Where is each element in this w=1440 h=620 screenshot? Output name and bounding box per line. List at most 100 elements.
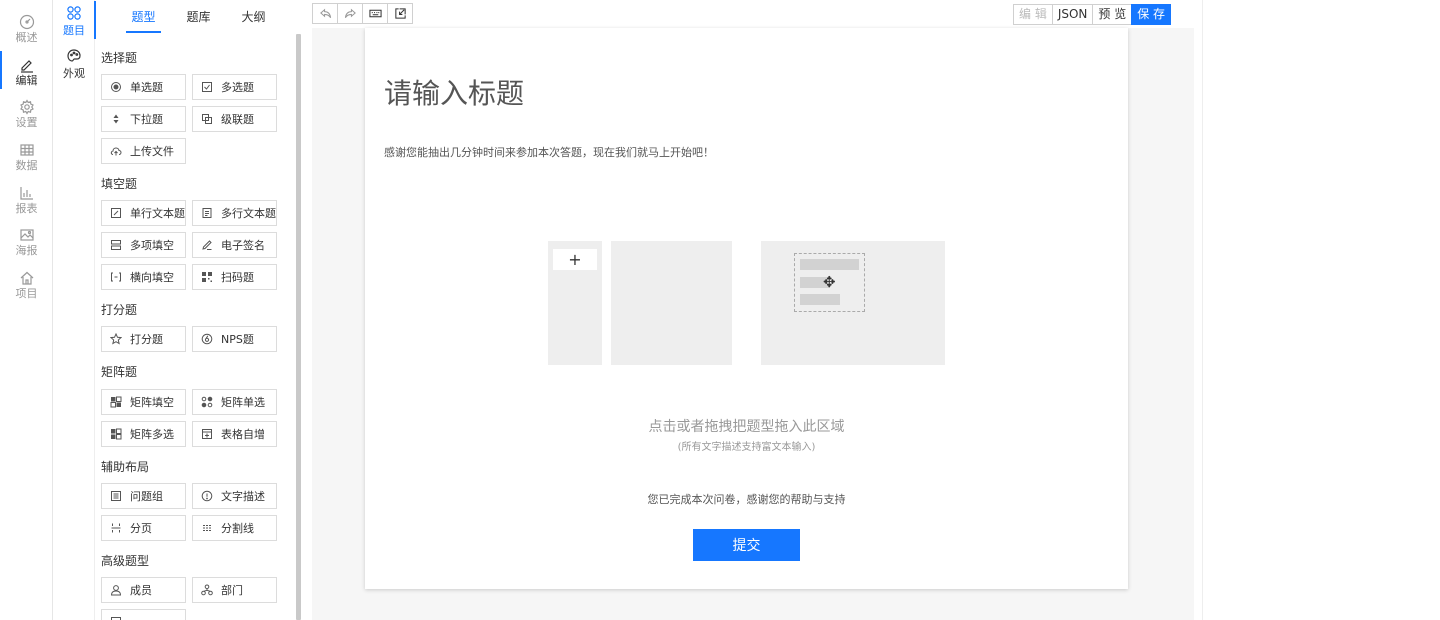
qtype-label: 表格自增: [221, 428, 265, 441]
nav-item-edit[interactable]: 编辑: [0, 49, 53, 91]
drop-zone-subhint: (所有文字描述支持富文本输入): [677, 442, 816, 453]
qtype-advanced-more[interactable]: [101, 609, 186, 620]
qtype-page-break[interactable]: 分页: [101, 515, 186, 541]
qtype-matrix-fill[interactable]: 矩阵填空: [101, 389, 186, 415]
nav-label: 设置: [15, 116, 38, 129]
user-icon: [110, 584, 122, 596]
qrcode-icon: [201, 271, 213, 283]
edit-box-icon: [110, 207, 122, 219]
keyboard-button[interactable]: [362, 3, 388, 24]
qtype-department[interactable]: 部门: [192, 577, 277, 603]
undo-button[interactable]: [312, 3, 338, 24]
group-title-layout: 辅助布局: [101, 460, 150, 474]
inline-bracket-icon: [110, 271, 122, 283]
tab-types[interactable]: 题型: [116, 0, 171, 33]
qtype-dropdown[interactable]: 下拉题: [101, 106, 186, 132]
illustration-bar: [800, 259, 859, 270]
qtype-label: 矩阵填空: [130, 396, 174, 409]
nav-label: 数据: [15, 159, 38, 172]
sub-item-appearance[interactable]: 外观: [53, 48, 95, 81]
table-icon: [19, 144, 34, 156]
qtype-upload[interactable]: 上传文件: [101, 138, 186, 164]
edit-icon: [20, 60, 33, 73]
save-button[interactable]: 保 存: [1131, 4, 1172, 25]
sub-nav: 题目 外观: [53, 0, 96, 620]
qtype-label: 矩阵单选: [221, 396, 265, 409]
nav-item-data[interactable]: 数据: [0, 134, 53, 176]
nav-item-project[interactable]: 项目: [0, 262, 53, 304]
list-icon: [110, 616, 122, 620]
qtype-label: 分页: [130, 522, 152, 535]
nav-label: 概述: [15, 31, 38, 44]
qtype-table-grow[interactable]: 表格自增: [192, 421, 277, 447]
finish-text[interactable]: 您已完成本次问卷，感谢您的帮助与支持: [365, 491, 1128, 507]
qtype-label: 上传文件: [130, 145, 174, 158]
qtype-text-desc[interactable]: 文字描述: [192, 483, 277, 509]
group-title-fill: 填空题: [101, 177, 138, 191]
qtype-label: 成员: [130, 584, 152, 597]
nav-item-overview[interactable]: 概述: [0, 6, 53, 48]
json-button[interactable]: JSON: [1051, 4, 1094, 25]
qtype-group[interactable]: 问题组: [101, 483, 186, 509]
edit-button[interactable]: 编 辑: [1013, 4, 1053, 25]
tab-library[interactable]: 题库: [171, 0, 226, 33]
canvas-right-border: [1202, 0, 1203, 620]
sub-item-questions[interactable]: 题目: [53, 1, 96, 39]
qtype-cascade[interactable]: 级联题: [192, 106, 277, 132]
plus-icon: +: [553, 249, 597, 270]
qtype-label: 问题组: [130, 490, 163, 503]
qtype-divider[interactable]: 分割线: [192, 515, 277, 541]
question-palette: 题型 题库 大纲 选择题 单选题 多选题 下拉题 级联题 上传文件 填空题 单行…: [96, 0, 301, 620]
nav-item-settings[interactable]: 设置: [0, 91, 53, 133]
group-title-advanced: 高级题型: [101, 554, 150, 568]
qtype-multi-line[interactable]: 多行文本题: [192, 200, 277, 226]
qtype-inline-fill[interactable]: 横向填空: [101, 264, 186, 290]
qtype-member[interactable]: 成员: [101, 577, 186, 603]
nav-item-poster[interactable]: 海报: [0, 219, 53, 261]
qtype-scan[interactable]: 扫码题: [192, 264, 277, 290]
submit-button[interactable]: 提交: [693, 529, 800, 561]
drop-zone-hint[interactable]: 点击或者拖拽把题型拖入此区域: [365, 416, 1128, 436]
star-icon: [110, 333, 122, 345]
main-nav: 概述 编辑 设置 数据 报表 海报 项目: [0, 0, 53, 620]
org-icon: [201, 584, 213, 596]
qtype-multi-choice[interactable]: 多选题: [192, 74, 277, 100]
info-icon: [201, 490, 213, 502]
checkbox-icon: [201, 81, 213, 93]
palette-scrollbar[interactable]: [296, 34, 301, 620]
preview-button[interactable]: 预 览: [1092, 4, 1133, 25]
nav-label: 项目: [15, 287, 38, 300]
qtype-signature[interactable]: 电子签名: [192, 232, 277, 258]
redo-icon: [344, 8, 356, 18]
qtype-label: 多行文本题: [221, 207, 276, 220]
survey-description[interactable]: 感谢您能抽出几分钟时间来参加本次答题，现在我们就马上开始吧！: [384, 144, 714, 160]
qtype-rating[interactable]: 打分题: [101, 326, 186, 352]
qtype-multi-fill[interactable]: 多项填空: [101, 232, 186, 258]
divider-icon: [201, 522, 213, 534]
nav-label: 编辑: [15, 74, 38, 87]
palette-tabs: 题型 题库 大纲: [96, 0, 301, 34]
import-button[interactable]: [387, 3, 413, 24]
cloud-upload-icon: [110, 145, 122, 157]
qtype-label: 打分题: [130, 333, 163, 346]
image-icon: [19, 229, 34, 241]
redo-button[interactable]: [337, 3, 363, 24]
document-icon: [201, 207, 213, 219]
qtype-single-line[interactable]: 单行文本题: [101, 200, 186, 226]
survey-title[interactable]: 请输入标题: [384, 72, 524, 112]
qtype-matrix-single[interactable]: 矩阵单选: [192, 389, 277, 415]
qtype-matrix-multi[interactable]: 矩阵多选: [101, 421, 186, 447]
tab-outline[interactable]: 大纲: [226, 0, 281, 33]
qtype-label: 横向填空: [130, 271, 174, 284]
nav-item-report[interactable]: 报表: [0, 177, 53, 219]
qtype-label: 部门: [221, 584, 243, 597]
page-break-icon: [110, 522, 122, 534]
import-icon: [394, 8, 406, 19]
editor-actions: 编 辑 JSON 预 览 保 存: [1013, 4, 1172, 25]
qtype-single-choice[interactable]: 单选题: [101, 74, 186, 100]
sub-label: 题目: [63, 24, 85, 37]
group-icon: [110, 490, 122, 502]
bar-chart-icon: [19, 187, 33, 200]
move-cursor-icon: ✥: [823, 273, 836, 291]
qtype-nps[interactable]: NPS题: [192, 326, 277, 352]
